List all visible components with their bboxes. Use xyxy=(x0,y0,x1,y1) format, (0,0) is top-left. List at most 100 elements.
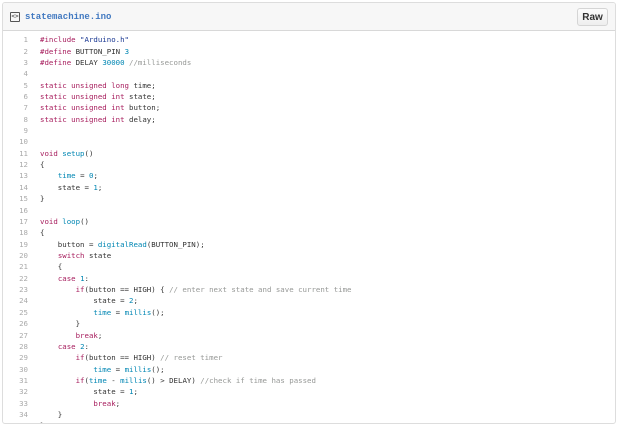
code-token: state = xyxy=(40,296,129,306)
line-number[interactable]: 35 xyxy=(3,421,28,423)
line-number[interactable]: 22 xyxy=(3,274,28,283)
line-number[interactable]: 30 xyxy=(3,365,28,374)
code-token: () xyxy=(84,148,94,158)
code-text: if(time - millis() > DELAY) //check if t… xyxy=(28,376,316,385)
code-token: #define xyxy=(40,57,76,67)
code-text: if(button == HIGH) { // enter next state… xyxy=(28,285,352,294)
code-token: { xyxy=(40,228,45,238)
line-number[interactable]: 3 xyxy=(3,58,28,67)
code-line: 15} xyxy=(3,193,615,204)
line-number[interactable]: 31 xyxy=(3,376,28,385)
code-token: setup xyxy=(62,148,85,158)
code-line: 17 void loop() xyxy=(3,216,615,227)
code-line: 14 state = 1; xyxy=(3,182,615,193)
code-token: { xyxy=(40,262,63,272)
line-number[interactable]: 10 xyxy=(3,137,28,146)
code-file-icon: <> xyxy=(10,11,20,22)
code-line: 3 #define DELAY 30000 //milliseconds xyxy=(3,57,615,68)
code-line: 16 xyxy=(3,204,615,215)
line-number[interactable]: 13 xyxy=(3,171,28,180)
code-text: #define BUTTON_PIN 3 xyxy=(28,47,129,56)
line-number[interactable]: 20 xyxy=(3,251,28,260)
code-token: time; xyxy=(133,80,156,90)
code-line: 10 xyxy=(3,136,615,147)
line-number[interactable]: 33 xyxy=(3,399,28,408)
line-number[interactable]: 21 xyxy=(3,262,28,271)
line-number[interactable]: 6 xyxy=(3,92,28,101)
line-number[interactable]: 23 xyxy=(3,285,28,294)
code-line: 31 if(time - millis() > DELAY) //check i… xyxy=(3,375,615,386)
code-text: button = digitalRead(BUTTON_PIN); xyxy=(28,240,205,249)
line-number[interactable]: 27 xyxy=(3,331,28,340)
code-line: 32 state = 1; xyxy=(3,386,615,397)
code-token: ; xyxy=(97,330,103,340)
line-number[interactable]: 7 xyxy=(3,103,28,112)
line-number[interactable]: 17 xyxy=(3,217,28,226)
code-token: if xyxy=(75,353,85,363)
line-number[interactable]: 12 xyxy=(3,160,28,169)
code-text: #include "Arduino.h" xyxy=(28,35,129,44)
code-token: "Arduino.h" xyxy=(80,35,129,45)
line-number[interactable]: 29 xyxy=(3,353,28,362)
code-line: 7 static unsigned int button; xyxy=(3,102,615,113)
code-token: = xyxy=(111,364,125,374)
code-text: } xyxy=(28,194,44,203)
code-line: 26 } xyxy=(3,318,615,329)
code-token: : xyxy=(84,273,89,283)
raw-button[interactable]: Raw xyxy=(577,8,608,26)
code-token: 30000 xyxy=(102,57,125,67)
code-token: // enter next state and save current tim… xyxy=(169,285,352,295)
line-number[interactable]: 9 xyxy=(3,126,28,135)
line-number[interactable]: 5 xyxy=(3,81,28,90)
code-line: 24 state = 2; xyxy=(3,295,615,306)
code-line: 34 } xyxy=(3,409,615,420)
line-number[interactable]: 11 xyxy=(3,149,28,158)
code-body: 1 #include "Arduino.h" 2 #define BUTTON_PIN… xyxy=(3,34,615,423)
code-token: switch xyxy=(57,251,85,260)
code-line: 5 static unsigned long time; xyxy=(3,79,615,90)
code-text: state = 2; xyxy=(28,296,138,305)
code-token: } xyxy=(40,194,45,204)
code-token: time xyxy=(57,171,76,181)
code-token: void xyxy=(40,148,63,158)
code-text: case 2: xyxy=(28,342,89,351)
line-number[interactable]: 4 xyxy=(3,69,28,78)
code-text: } xyxy=(28,410,62,419)
line-number[interactable]: 2 xyxy=(3,47,28,56)
line-number[interactable]: 18 xyxy=(3,228,28,237)
line-number[interactable]: 24 xyxy=(3,296,28,305)
code-text: time = millis(); xyxy=(28,307,165,317)
line-number[interactable]: 32 xyxy=(3,387,28,396)
code-token: = xyxy=(75,171,89,181)
code-token: time xyxy=(93,364,112,374)
line-number[interactable]: 34 xyxy=(3,410,28,419)
code-text: static unsigned int button; xyxy=(28,103,160,112)
code-token: static unsigned int xyxy=(40,91,129,101)
code-token: (); xyxy=(151,307,165,317)
code-token: delay; xyxy=(129,114,156,124)
code-token: } xyxy=(40,410,63,420)
code-token: break xyxy=(93,398,116,408)
line-number[interactable]: 19 xyxy=(3,240,28,249)
line-number[interactable]: 16 xyxy=(3,206,28,215)
line-number[interactable]: 15 xyxy=(3,194,28,203)
code-token: void xyxy=(40,216,63,226)
line-number[interactable]: 26 xyxy=(3,319,28,328)
code-text: { xyxy=(28,160,44,169)
code-line: 29 if(button == HIGH) // reset timer xyxy=(3,352,615,363)
line-number[interactable]: 14 xyxy=(3,183,28,192)
code-token: time xyxy=(88,375,107,385)
code-token: (button == HIGH) { xyxy=(84,285,170,295)
code-token: millis xyxy=(124,307,152,317)
code-token: case xyxy=(57,273,81,283)
file-name[interactable]: statemachine.ino xyxy=(25,12,111,22)
code-token: } xyxy=(40,421,44,423)
code-line: 28 case 2: xyxy=(3,341,615,352)
line-number[interactable]: 8 xyxy=(3,115,28,124)
code-token: DELAY xyxy=(75,57,103,67)
line-number[interactable]: 28 xyxy=(3,342,28,351)
line-number[interactable]: 25 xyxy=(3,308,28,317)
line-number[interactable]: 1 xyxy=(3,35,28,44)
